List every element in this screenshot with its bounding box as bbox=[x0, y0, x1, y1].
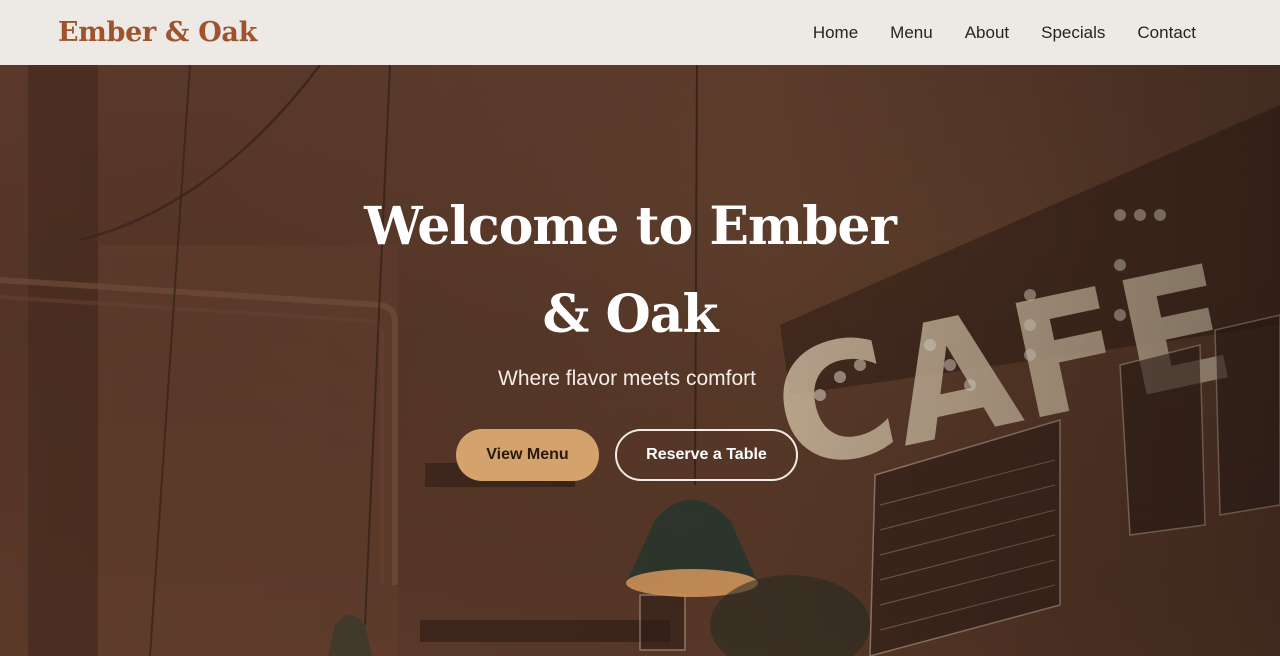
hero-title: Welcome to Ember & Oak bbox=[364, 196, 897, 345]
brand-logo[interactable]: Ember & Oak bbox=[58, 17, 257, 48]
nav-contact-link[interactable]: Contact bbox=[1137, 23, 1196, 43]
hero-content: Welcome to Ember & Oak Where flavor meet… bbox=[0, 65, 1280, 656]
view-menu-button[interactable]: View Menu bbox=[456, 429, 599, 481]
nav-home-link[interactable]: Home bbox=[813, 23, 858, 43]
nav-specials-link[interactable]: Specials bbox=[1041, 23, 1105, 43]
nav-about-link[interactable]: About bbox=[965, 23, 1009, 43]
reserve-table-button[interactable]: Reserve a Table bbox=[615, 429, 798, 481]
hero-subtitle: Where flavor meets comfort bbox=[498, 367, 756, 390]
main-nav: Home Menu About Specials Contact bbox=[813, 23, 1196, 43]
site-header: Ember & Oak Home Menu About Specials Con… bbox=[0, 0, 1280, 65]
nav-menu-link[interactable]: Menu bbox=[890, 23, 933, 43]
